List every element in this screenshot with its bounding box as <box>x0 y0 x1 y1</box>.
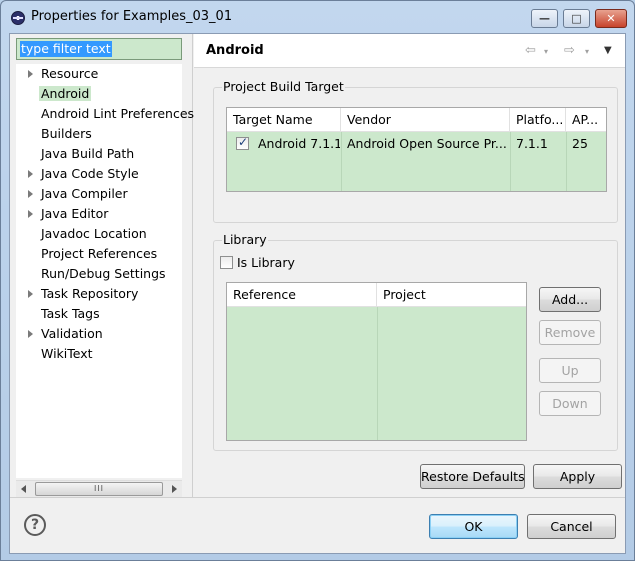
sidebar-item-label: Validation <box>41 326 103 341</box>
minimize-icon: — <box>539 12 550 25</box>
close-icon: ✕ <box>606 12 616 25</box>
sidebar-item-resource[interactable]: Resource <box>16 64 182 84</box>
down-button[interactable]: Down <box>539 391 601 416</box>
filter-placeholder: type filter text <box>20 41 112 57</box>
forward-history-icon[interactable]: ▾ <box>585 47 589 63</box>
target-name-cell: Android 7.1.1 <box>258 136 340 151</box>
sidebar-item-java-code-style[interactable]: Java Code Style <box>16 164 182 184</box>
column-divider <box>377 307 378 440</box>
expand-arrow-icon[interactable] <box>28 170 33 178</box>
column-header-project[interactable]: Project <box>377 283 526 307</box>
add-button[interactable]: Add... <box>539 287 601 312</box>
remove-button[interactable]: Remove <box>539 320 601 345</box>
sidebar-item-label: Java Editor <box>41 206 109 221</box>
filter-input[interactable]: type filter text <box>16 38 182 60</box>
target-checkbox[interactable] <box>236 135 249 150</box>
eclipse-icon <box>11 11 25 25</box>
is-library-checkbox[interactable] <box>220 256 233 269</box>
ok-button[interactable]: OK <box>429 514 518 539</box>
expand-arrow-icon[interactable] <box>28 210 33 218</box>
sidebar-item-project-references[interactable]: Project References <box>16 244 182 264</box>
vendor-cell: Android Open Source Pr... <box>347 136 507 151</box>
cancel-button[interactable]: Cancel <box>527 514 616 539</box>
button-bar: ? OK Cancel <box>10 497 625 553</box>
table-header: Reference Project <box>227 283 526 307</box>
back-history-icon[interactable]: ▾ <box>544 47 548 63</box>
build-target-group: Project Build Target Target Name Vendor … <box>213 79 618 223</box>
forward-arrow-icon[interactable]: ⇨ <box>564 43 575 59</box>
sidebar-item-builders[interactable]: Builders <box>16 124 182 144</box>
grip-icon: III <box>93 484 105 493</box>
properties-window: Properties for Examples_03_01 — □ ✕ type… <box>0 0 635 561</box>
sidebar-item-java-editor[interactable]: Java Editor <box>16 204 182 224</box>
restore-defaults-button[interactable]: Restore Defaults <box>420 464 525 489</box>
column-header-vendor[interactable]: Vendor <box>341 108 510 132</box>
build-target-title: Project Build Target <box>222 79 345 94</box>
sidebar-item-label: Task Repository <box>41 286 139 301</box>
maximize-icon: □ <box>571 12 582 25</box>
page-header: Android ⇦ ▾ ⇨ ▾ ▼ <box>194 34 625 68</box>
api-cell: 25 <box>572 136 588 151</box>
expand-arrow-icon[interactable] <box>28 290 33 298</box>
sidebar-item-javadoc-location[interactable]: Javadoc Location <box>16 224 182 244</box>
column-header-api[interactable]: AP... <box>566 108 606 132</box>
sidebar-item-wikitext[interactable]: WikiText <box>16 344 182 364</box>
sidebar-item-label: Javadoc Location <box>41 226 147 241</box>
sidebar-item-java-compiler[interactable]: Java Compiler <box>16 184 182 204</box>
sidebar-item-label: Task Tags <box>41 306 100 321</box>
sidebar-item-label: Java Code Style <box>41 166 139 181</box>
sidebar-item-java-build-path[interactable]: Java Build Path <box>16 144 182 164</box>
scroll-left-icon[interactable] <box>21 485 26 493</box>
sidebar-item-validation[interactable]: Validation <box>16 324 182 344</box>
is-library-label[interactable]: Is Library <box>237 255 295 270</box>
property-page: Android ⇦ ▾ ⇨ ▾ ▼ Project Build Target T… <box>194 34 625 497</box>
view-menu-icon[interactable]: ▼ <box>604 45 612 61</box>
maximize-button[interactable]: □ <box>563 9 590 28</box>
scroll-right-icon[interactable] <box>172 485 177 493</box>
sidebar-item-label: Java Compiler <box>41 186 128 201</box>
sidebar-item-label: Android Lint Preferences <box>41 106 195 121</box>
apply-button[interactable]: Apply <box>533 464 622 489</box>
sidebar-item-label: WikiText <box>41 346 93 361</box>
sidebar-item-task-tags[interactable]: Task Tags <box>16 304 182 324</box>
expand-arrow-icon[interactable] <box>28 330 33 338</box>
expand-arrow-icon[interactable] <box>28 190 33 198</box>
library-table: Reference Project <box>226 282 527 441</box>
help-icon[interactable]: ? <box>24 514 46 536</box>
window-title: Properties for Examples_03_01 <box>31 9 233 24</box>
sidebar: type filter text Resource Android Androi… <box>10 34 194 497</box>
minimize-button[interactable]: — <box>531 9 558 28</box>
table-header: Target Name Vendor Platfo... AP... <box>227 108 606 132</box>
library-group: Library Is Library Reference Project Add… <box>213 232 618 451</box>
sidebar-item-label: Java Build Path <box>41 146 135 161</box>
library-title: Library <box>222 232 268 247</box>
title-bar[interactable]: Properties for Examples_03_01 — □ ✕ <box>1 1 634 33</box>
sidebar-item-label: Resource <box>41 66 99 81</box>
platform-cell: 7.1.1 <box>516 136 548 151</box>
column-header-target-name[interactable]: Target Name <box>227 108 341 132</box>
scrollbar-thumb[interactable]: III <box>35 482 163 496</box>
sidebar-item-task-repository[interactable]: Task Repository <box>16 284 182 304</box>
sidebar-item-android-lint-preferences[interactable]: Android Lint Preferences <box>16 104 194 124</box>
column-header-reference[interactable]: Reference <box>227 283 377 307</box>
dialog-client: type filter text Resource Android Androi… <box>9 33 626 554</box>
page-title: Android <box>206 43 264 58</box>
expand-arrow-icon[interactable] <box>28 70 33 78</box>
sidebar-item-label: Project References <box>41 246 158 261</box>
close-button[interactable]: ✕ <box>595 9 627 28</box>
sidebar-item-label: Run/Debug Settings <box>41 266 166 281</box>
horizontal-scrollbar[interactable]: III <box>16 480 182 497</box>
sidebar-item-android[interactable]: Android <box>16 84 182 104</box>
column-header-platform[interactable]: Platfo... <box>510 108 566 132</box>
category-tree: Resource Android Android Lint Preference… <box>16 64 194 478</box>
table-row[interactable]: Android 7.1.1 Android Open Source Pr... … <box>227 132 606 154</box>
back-arrow-icon[interactable]: ⇦ <box>525 43 536 59</box>
sidebar-item-label: Android <box>39 86 92 101</box>
build-target-table: Target Name Vendor Platfo... AP... Andro… <box>226 107 607 192</box>
sidebar-item-run-debug-settings[interactable]: Run/Debug Settings <box>16 264 182 284</box>
sidebar-item-label: Builders <box>41 126 92 141</box>
up-button[interactable]: Up <box>539 358 601 383</box>
